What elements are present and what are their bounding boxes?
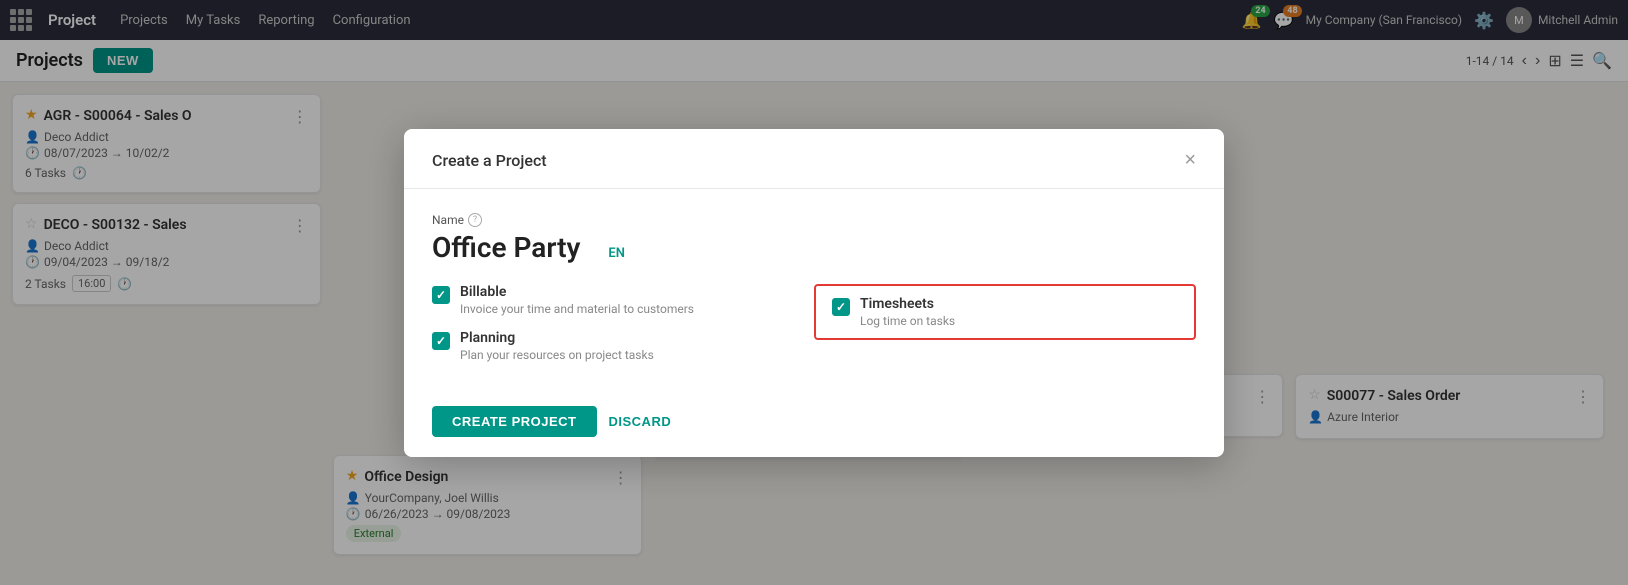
planning-desc: Plan your resources on project tasks	[460, 348, 654, 362]
modal-body: Name ? Office Party EN ✓	[404, 189, 1224, 390]
timesheets-box: ✓ Timesheets Log time on tasks	[814, 284, 1196, 340]
modal-close-button[interactable]: ×	[1184, 149, 1196, 172]
planning-label: Planning	[460, 330, 654, 346]
discard-button[interactable]: DISCARD	[609, 414, 672, 429]
name-help-icon[interactable]: ?	[468, 213, 482, 227]
timesheets-label: Timesheets	[860, 296, 955, 312]
project-name-value: Office Party	[432, 231, 580, 264]
modal-title: Create a Project	[432, 151, 547, 170]
project-name-row: Office Party EN	[432, 231, 1196, 264]
billable-checkbox-item: ✓ Billable Invoice your time and materia…	[432, 284, 814, 316]
billable-label: Billable	[460, 284, 694, 300]
check-icon: ✓	[436, 334, 446, 348]
left-checkboxes: ✓ Billable Invoice your time and materia…	[432, 284, 814, 362]
planning-checkbox[interactable]: ✓	[432, 332, 450, 350]
timesheets-checkbox-item: ✓ Timesheets Log time on tasks	[832, 296, 1178, 328]
modal-footer: CREATE PROJECT DISCARD	[404, 390, 1224, 457]
create-project-modal: Create a Project × Name ? Office Party E…	[404, 129, 1224, 457]
planning-text: Planning Plan your resources on project …	[460, 330, 654, 362]
modal-overlay[interactable]: Create a Project × Name ? Office Party E…	[0, 0, 1628, 585]
timesheets-text: Timesheets Log time on tasks	[860, 296, 955, 328]
planning-checkbox-item: ✓ Planning Plan your resources on projec…	[432, 330, 814, 362]
create-project-button[interactable]: CREATE PROJECT	[432, 406, 597, 437]
billable-text: Billable Invoice your time and material …	[460, 284, 694, 316]
timesheets-checkbox[interactable]: ✓	[832, 298, 850, 316]
timesheets-desc: Log time on tasks	[860, 314, 955, 328]
billable-desc: Invoice your time and material to custom…	[460, 302, 694, 316]
lang-button[interactable]: EN	[608, 246, 625, 261]
right-checkboxes: ✓ Timesheets Log time on tasks	[814, 284, 1196, 340]
checkbox-group: ✓ Billable Invoice your time and materia…	[432, 284, 814, 362]
checkboxes-row: ✓ Billable Invoice your time and materia…	[432, 284, 1196, 362]
name-field: Name ? Office Party EN	[432, 213, 1196, 264]
billable-checkbox[interactable]: ✓	[432, 286, 450, 304]
check-icon: ✓	[836, 300, 846, 314]
name-label: Name ?	[432, 213, 1196, 227]
check-icon: ✓	[436, 288, 446, 302]
modal-header: Create a Project ×	[404, 129, 1224, 189]
